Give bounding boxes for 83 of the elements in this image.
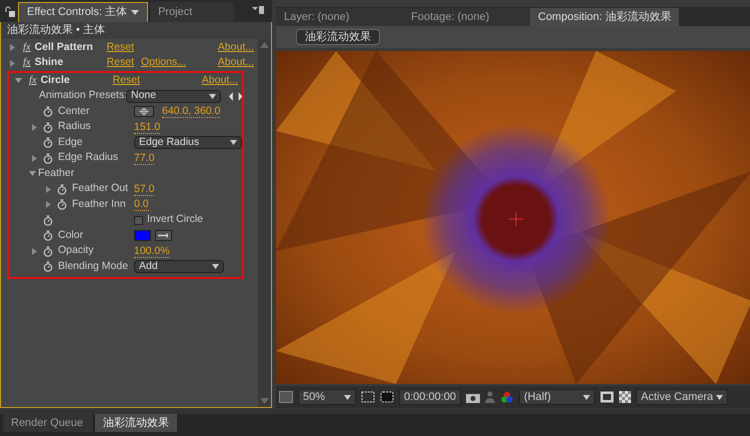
property-value[interactable]: 100.0% (134, 244, 170, 258)
property-label: Color (58, 228, 84, 243)
person-icon[interactable] (485, 391, 495, 403)
effect-name: Shine (34, 55, 64, 70)
property-label: Feather Inn (72, 196, 126, 212)
property-label: Center (58, 104, 90, 119)
caret-icon (716, 394, 723, 400)
fx-icon: fx (23, 55, 31, 72)
effect-link[interactable]: Reset (112, 72, 140, 89)
camera-icon[interactable] (466, 392, 480, 402)
collapsed-triangle-icon[interactable] (9, 60, 16, 67)
collapsed-triangle-icon[interactable] (45, 186, 52, 193)
stopwatch-icon[interactable] (43, 230, 53, 242)
composition-button[interactable]: 油彩流动效果 (296, 29, 380, 45)
stopwatch-icon[interactable] (43, 122, 53, 133)
fx-icon: fx (23, 40, 31, 56)
collapsed-triangle-icon[interactable] (31, 248, 38, 255)
bottom-tab[interactable]: Render Queue (3, 414, 93, 432)
caret-icon (344, 394, 351, 400)
color-swatch[interactable] (134, 230, 151, 242)
stopwatch-icon[interactable] (43, 137, 53, 148)
panel-menu-icon[interactable] (252, 6, 264, 14)
effect-link[interactable]: Reset (106, 55, 134, 72)
panel-tab[interactable]: Project (150, 2, 234, 22)
presets-label: Animation Presets: (38, 88, 126, 104)
stopwatch-icon[interactable] (57, 199, 67, 210)
property-label: Opacity (58, 243, 94, 258)
effect-link[interactable]: Options... (141, 55, 186, 72)
caret-icon[interactable] (131, 10, 140, 15)
property-label: Blending Mode (58, 258, 128, 274)
dropdown[interactable]: Edge Radius (134, 136, 242, 150)
property-value[interactable]: 77.0 (134, 152, 154, 165)
color-channels-icon[interactable] (500, 390, 514, 404)
property-value[interactable]: 151.0 (134, 120, 160, 134)
caret-icon (230, 140, 237, 146)
effect-name: Circle (40, 72, 71, 88)
caret-icon (212, 264, 219, 270)
about-link[interactable]: About... (218, 40, 254, 56)
layer-header: 油彩流动效果 • 主体 (1, 22, 271, 39)
collapsed-triangle-icon[interactable] (31, 124, 38, 131)
about-link[interactable]: About... (202, 72, 238, 89)
stopwatch-icon[interactable] (43, 246, 53, 257)
expanded-triangle-icon[interactable] (29, 170, 36, 178)
caret-icon (208, 94, 216, 99)
camera-dropdown[interactable]: Active Camera (636, 389, 728, 405)
property-label: Edge Radius (58, 150, 118, 166)
about-link[interactable]: About... (218, 55, 254, 72)
effect-link[interactable]: Reset (106, 40, 134, 56)
property-value[interactable]: 0.0 (134, 198, 149, 212)
group-label: Feather (38, 166, 74, 181)
collapsed-triangle-icon[interactable] (9, 44, 16, 52)
crosshair-button-icon[interactable] (134, 106, 154, 118)
property-value[interactable]: 57.0 (134, 182, 154, 196)
resolution-dropdown[interactable]: (Half) (519, 389, 595, 405)
lock-icon[interactable] (4, 6, 16, 18)
stopwatch-icon[interactable] (57, 184, 67, 195)
timecode-field[interactable]: 0:00:00:00 (399, 389, 461, 405)
zoom-dropdown[interactable]: 50% (298, 389, 356, 405)
dropdown[interactable]: None (126, 90, 221, 103)
property-label: Edge (58, 134, 83, 150)
fx-icon: fx (29, 72, 37, 89)
property-value[interactable]: 640.0, 360.0 (162, 105, 220, 118)
checkbox[interactable] (134, 216, 143, 225)
effect-name: Cell Pattern (34, 40, 94, 55)
stopwatch-icon[interactable] (43, 214, 53, 226)
stopwatch-icon[interactable] (43, 152, 53, 164)
viewer-tab[interactable]: Layer: (none) (276, 8, 403, 26)
checkbox-label: Invert Circle (147, 212, 204, 228)
caret-icon (583, 394, 590, 400)
collapsed-triangle-icon[interactable] (31, 154, 38, 162)
property-label: Feather Out (72, 181, 128, 196)
stopwatch-icon[interactable] (43, 261, 53, 272)
viewer-tab[interactable]: Composition: 油彩流动效果 (530, 8, 680, 26)
collapsed-triangle-icon[interactable] (45, 201, 52, 208)
expanded-triangle-icon[interactable] (15, 77, 22, 84)
stopwatch-icon[interactable] (43, 106, 53, 118)
checkerboard-icon[interactable] (619, 391, 631, 403)
bottom-tab[interactable]: 油彩流动效果 (95, 414, 177, 432)
panel-tab[interactable]: Effect Controls: 主体 (18, 2, 148, 22)
viewer-tab[interactable]: Footage: (none) (403, 8, 530, 26)
dropdown[interactable]: Add (134, 260, 224, 274)
previous-next-arrows-icon[interactable] (228, 92, 242, 101)
property-label: Radius (58, 119, 91, 134)
